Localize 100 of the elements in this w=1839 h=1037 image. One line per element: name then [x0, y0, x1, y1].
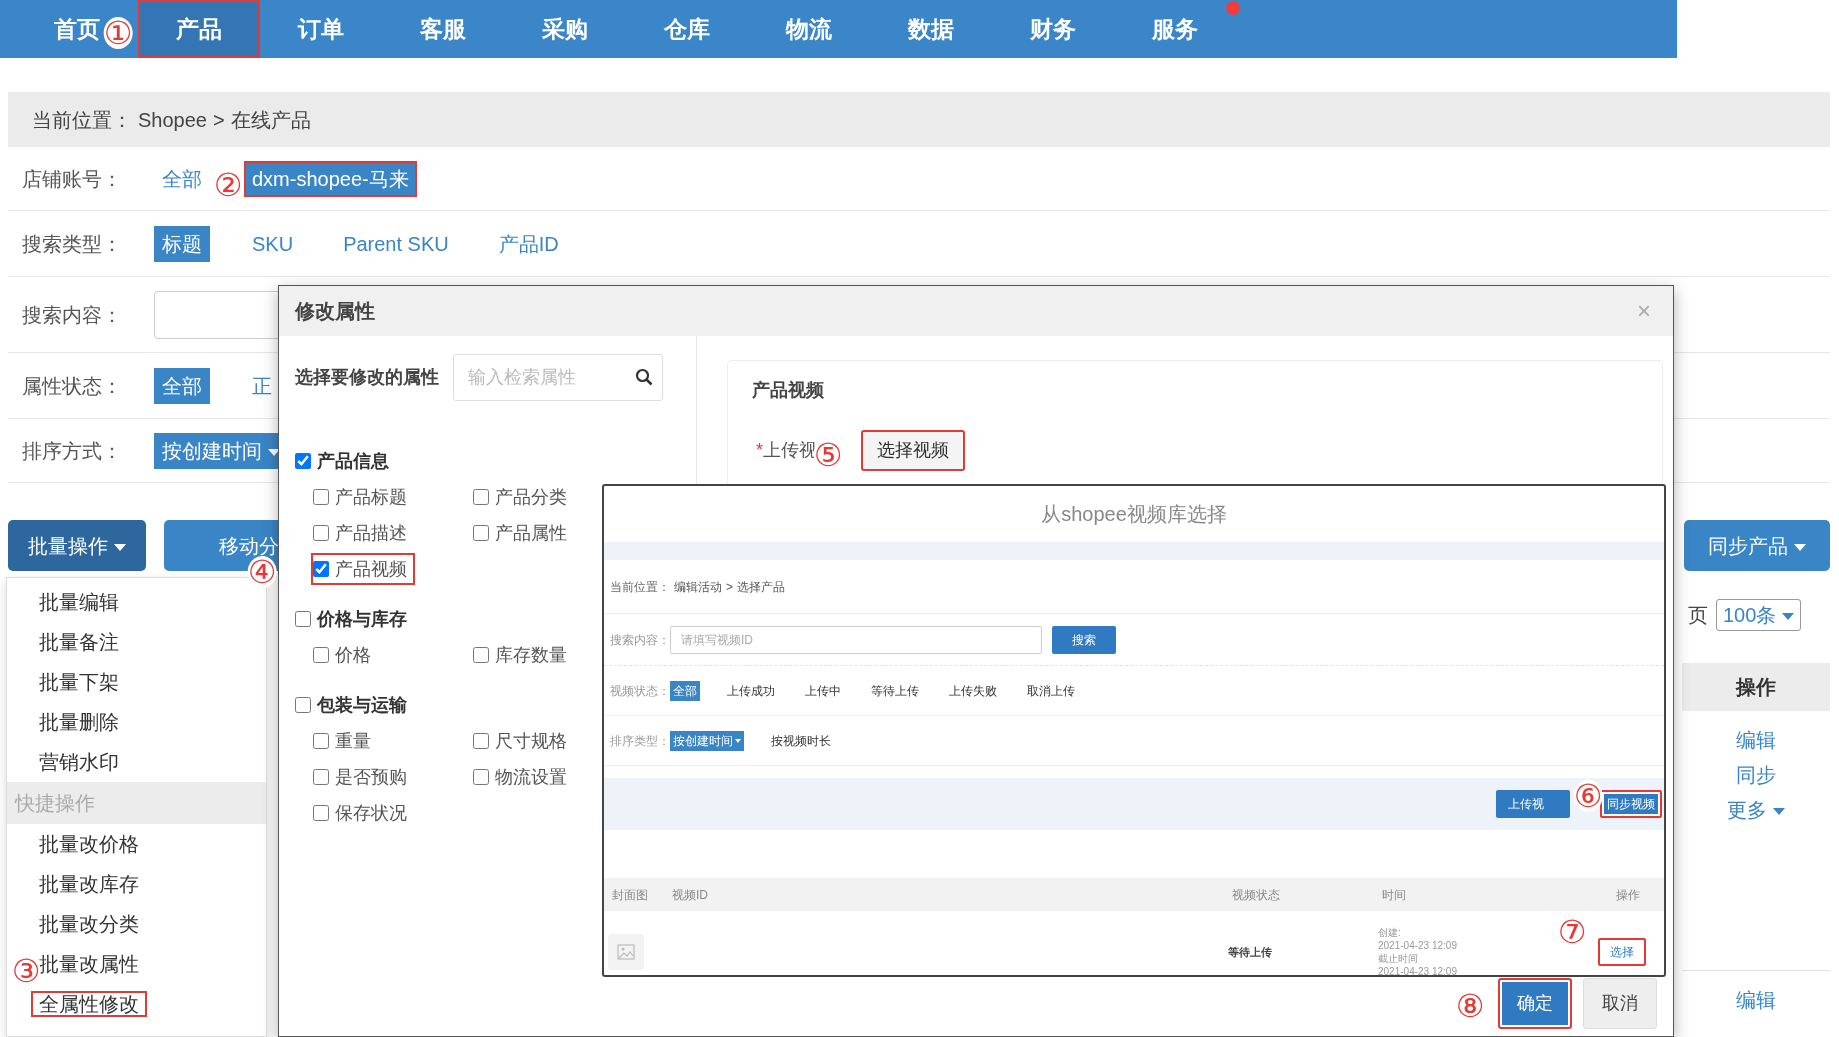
checkbox[interactable]: [473, 647, 489, 663]
menu-item[interactable]: 营销水印: [7, 742, 266, 782]
choose-video-button[interactable]: 选择视频: [861, 430, 965, 471]
caret-icon: [735, 739, 741, 744]
filter-option[interactable]: Parent SKU: [335, 225, 457, 262]
menu-item[interactable]: 批量删除: [7, 702, 266, 742]
search-input[interactable]: 请填写视频ID: [670, 625, 1042, 654]
nav-tab[interactable]: 服务: [1114, 0, 1236, 58]
checkbox[interactable]: [313, 489, 329, 505]
breadcrumb-separator: >: [212, 107, 225, 133]
column-header: 时间: [1382, 886, 1407, 904]
checkbox-label: 保存状况: [335, 801, 407, 825]
sync-video-button[interactable]: 同步视频: [1600, 790, 1662, 818]
required-mark: *: [756, 439, 763, 462]
checkbox[interactable]: [473, 489, 489, 505]
column-header: 封面图: [612, 886, 649, 904]
breadcrumb-item: 选择产品: [737, 578, 785, 596]
caret-icon: [1773, 808, 1785, 816]
batch-operations-button[interactable]: 批量操作: [8, 520, 146, 571]
checkbox[interactable]: [313, 733, 329, 749]
more-dropdown[interactable]: 更多: [1727, 793, 1785, 828]
sync-products-button[interactable]: 同步产品: [1684, 520, 1830, 571]
filter-label: 搜索内容：: [22, 302, 123, 328]
checkbox-label: 产品描述: [335, 521, 407, 545]
column-header: 视频ID: [672, 886, 709, 904]
status-filter-option[interactable]: 等待上传: [868, 680, 922, 701]
nav-tab[interactable]: 物流: [748, 0, 870, 58]
breadcrumb-item: 在线产品: [230, 107, 311, 133]
nav-tab[interactable]: 采购: [504, 0, 626, 58]
checkbox[interactable]: [473, 769, 489, 785]
filter-label: 排序方式：: [22, 438, 123, 464]
window-title: 从shopee视频库选择: [1040, 502, 1228, 527]
action-link[interactable]: 编辑: [1736, 723, 1776, 758]
filter-option[interactable]: 全部: [154, 367, 210, 404]
action-link[interactable]: 编辑: [1736, 983, 1776, 1018]
checkbox[interactable]: [313, 769, 329, 785]
time-text: 2021-04-23 12:09: [1378, 939, 1458, 952]
status-text: 等待上传: [1228, 944, 1273, 960]
checkbox[interactable]: [313, 647, 329, 663]
breadcrumb-label: 当前位置：: [610, 578, 670, 596]
menu-item[interactable]: 批量改分类: [7, 904, 266, 944]
action-link[interactable]: 同步: [1736, 758, 1776, 793]
nav-tab[interactable]: 财务: [992, 0, 1114, 58]
status-filter-option[interactable]: 全部: [670, 680, 700, 701]
breadcrumb-item: 编辑活动: [674, 578, 722, 596]
cancel-button[interactable]: 取消: [1583, 978, 1657, 1029]
status-filter-option[interactable]: 取消上传: [1024, 680, 1078, 701]
status-filter-option[interactable]: 上传中: [802, 680, 844, 701]
page-size-select[interactable]: 100条: [1716, 599, 1802, 631]
upload-video-button[interactable]: 上传视: [1496, 790, 1570, 818]
nav-tab[interactable]: 数据: [870, 0, 992, 58]
filter-option[interactable]: dxm-shopee-马来: [244, 160, 417, 197]
checkbox-label: 产品属性: [495, 521, 567, 545]
breadcrumb-label: 当前位置：: [32, 107, 132, 133]
sort-option[interactable]: 按创建时间: [670, 730, 744, 751]
filter-option[interactable]: 产品ID: [490, 225, 567, 262]
search-button[interactable]: 搜索: [1052, 625, 1116, 654]
breadcrumb-item: Shopee: [138, 107, 207, 133]
nav-tab[interactable]: 订单: [260, 0, 382, 58]
menu-item[interactable]: 批量改价格: [7, 824, 266, 864]
pager-label: 页: [1688, 603, 1708, 628]
checkbox[interactable]: [473, 733, 489, 749]
search-field[interactable]: 输入检索属性: [453, 354, 663, 401]
menu-item[interactable]: 批量改库存: [7, 864, 266, 904]
modal-title: 修改属性: [295, 299, 375, 324]
confirm-button[interactable]: 确定: [1498, 978, 1572, 1029]
checkbox[interactable]: [295, 611, 311, 627]
filter-option[interactable]: 正: [244, 367, 280, 404]
image-icon: [617, 944, 635, 960]
search-label: 搜索内容：: [610, 631, 670, 649]
sort-option[interactable]: 按视频时长: [768, 730, 834, 751]
checkbox[interactable]: [313, 805, 329, 821]
filter-label: 排序类型：: [610, 732, 670, 750]
checkbox[interactable]: [295, 453, 311, 469]
time-text: 2021-04-23 12:09: [1378, 965, 1458, 978]
status-filter-option[interactable]: 上传成功: [724, 680, 778, 701]
checkbox[interactable]: [473, 525, 489, 541]
menu-item[interactable]: 批量下架: [7, 662, 266, 702]
checkbox-label: 物流设置: [495, 765, 567, 789]
menu-item[interactable]: 批量备注: [7, 622, 266, 662]
checkbox[interactable]: [313, 525, 329, 541]
checkbox-label: 重量: [335, 729, 371, 753]
menu-header: 快捷操作: [7, 782, 266, 824]
nav-tab[interactable]: 产品: [138, 0, 260, 58]
nav-tab[interactable]: 客服: [382, 0, 504, 58]
filter-option[interactable]: 标题: [154, 225, 210, 262]
checkbox-label: 尺寸规格: [495, 729, 567, 753]
filter-option[interactable]: 全部: [154, 160, 210, 197]
search-icon[interactable]: [635, 368, 653, 386]
column-header: 视频状态: [1232, 886, 1281, 904]
select-button[interactable]: 选择: [1598, 938, 1646, 966]
filter-label: 搜索类型：: [22, 231, 123, 257]
filter-option[interactable]: SKU: [244, 225, 302, 262]
checkbox[interactable]: [295, 697, 311, 713]
group-label: 产品信息: [317, 449, 389, 473]
status-filter-option[interactable]: 上传失败: [946, 680, 1000, 701]
checkbox[interactable]: [313, 561, 329, 577]
nav-tab[interactable]: 仓库: [626, 0, 748, 58]
checkbox-label: 价格: [335, 643, 371, 667]
time-text: 创建:: [1378, 926, 1402, 939]
